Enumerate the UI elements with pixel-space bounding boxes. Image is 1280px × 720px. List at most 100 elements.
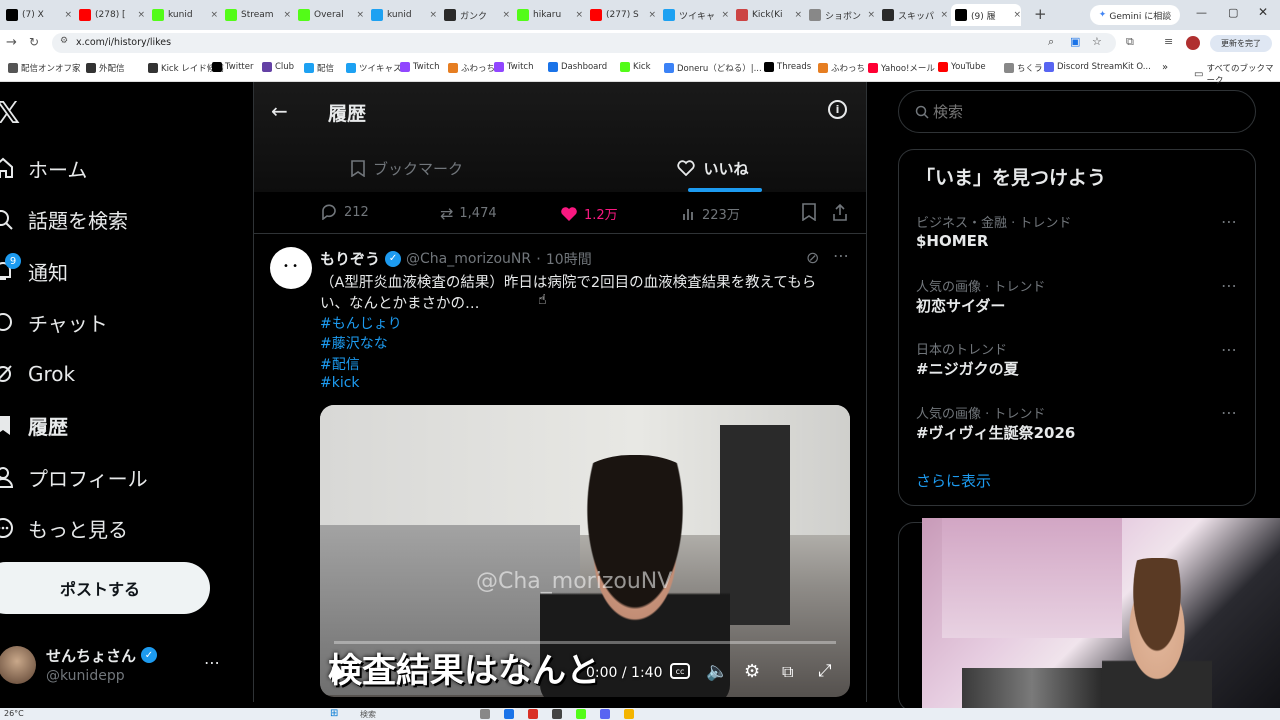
tweet-time[interactable]: 10時間 bbox=[546, 249, 592, 269]
nav-history[interactable]: 履歴 bbox=[0, 405, 68, 445]
browser-tab[interactable]: (278) [× bbox=[75, 4, 145, 26]
trend-more-icon[interactable]: ⋯ bbox=[1221, 340, 1238, 359]
browser-tab[interactable]: (277) S × bbox=[586, 4, 656, 26]
minimize-button[interactable]: — bbox=[1196, 6, 1207, 19]
tweet-video[interactable]: @Cha_morizouNV 検査結果はなんと ▶ 0:00 / 1:40 cc… bbox=[320, 405, 850, 697]
nav-more[interactable]: もっと見る bbox=[0, 508, 128, 548]
close-window-button[interactable]: ✕ bbox=[1258, 5, 1268, 19]
taskbar-app-icon[interactable] bbox=[504, 709, 514, 719]
bookmark-tweet-icon[interactable] bbox=[802, 203, 816, 221]
repost-button[interactable]: ⇄ 1,474 bbox=[440, 204, 497, 223]
browser-tab[interactable]: Stream × bbox=[221, 4, 291, 26]
browser-tab[interactable]: hikaru × bbox=[513, 4, 583, 26]
account-switcher[interactable]: せんちょさん ✓ @kunidepp ⋯ bbox=[0, 640, 235, 692]
hashtag-link[interactable]: #もんじょり bbox=[320, 313, 402, 333]
windows-start-icon[interactable]: ⊞ bbox=[330, 708, 338, 719]
bookmark-item[interactable]: ツイキャス bbox=[346, 62, 402, 74]
settings-icon[interactable]: ⚙ bbox=[744, 661, 760, 682]
video-progress-track[interactable] bbox=[334, 641, 836, 644]
tab-close-icon[interactable]: × bbox=[137, 10, 145, 20]
volume-icon[interactable]: 🔈 bbox=[706, 661, 728, 682]
like-button[interactable]: 1.2万 bbox=[560, 204, 618, 223]
extensions-icon[interactable]: ⧉ bbox=[1126, 35, 1134, 49]
nav-home[interactable]: ホーム bbox=[0, 148, 87, 188]
bookmark-item[interactable]: 配信 bbox=[304, 62, 334, 74]
browser-tab[interactable]: Kick(Ki × bbox=[732, 4, 802, 26]
tab-close-icon[interactable]: × bbox=[575, 10, 583, 20]
bookmark-item[interactable]: Twitch bbox=[494, 62, 534, 72]
maximize-button[interactable]: ▢ bbox=[1228, 6, 1238, 19]
trend-more-icon[interactable]: ⋯ bbox=[1221, 276, 1238, 295]
tab-close-icon[interactable]: × bbox=[502, 10, 510, 20]
nav-profile[interactable]: プロフィール bbox=[0, 457, 148, 497]
tab-close-icon[interactable]: × bbox=[867, 10, 875, 20]
tab-close-icon[interactable]: × bbox=[210, 10, 218, 20]
browser-tab[interactable]: Overal × bbox=[294, 4, 364, 26]
show-more-link[interactable]: さらに表示 bbox=[916, 470, 991, 491]
views-button[interactable]: 223万 bbox=[682, 204, 740, 223]
tab-close-icon[interactable]: × bbox=[1013, 10, 1021, 20]
trend-name[interactable]: #ニジガクの夏 bbox=[916, 358, 1019, 379]
fullscreen-icon[interactable]: ⤢ bbox=[818, 661, 832, 681]
back-arrow-icon[interactable]: ← bbox=[271, 99, 288, 123]
nav-explore[interactable]: 話題を検索 bbox=[0, 199, 128, 239]
bookmark-item[interactable]: ふわっち bbox=[818, 62, 865, 74]
x-logo[interactable]: 𝕏 bbox=[0, 96, 20, 131]
tweet-avatar[interactable]: • • bbox=[270, 247, 312, 289]
tab-close-icon[interactable]: × bbox=[721, 10, 729, 20]
bookmark-item[interactable]: Discord StreamKit O... bbox=[1044, 62, 1151, 72]
grok-tweet-icon[interactable]: ⊘ bbox=[806, 248, 819, 267]
hashtag-link[interactable]: #kick bbox=[320, 375, 360, 391]
update-button[interactable]: 更新を完了 bbox=[1210, 35, 1272, 52]
info-icon[interactable]: i bbox=[828, 100, 847, 119]
tweet-author-name[interactable]: もりぞう bbox=[320, 248, 380, 269]
bookmark-item[interactable]: Threads bbox=[764, 62, 811, 72]
taskbar-app-icon[interactable] bbox=[552, 709, 562, 719]
pip-icon[interactable]: ⧉ bbox=[782, 662, 793, 682]
gemini-button[interactable]: ✦ Gemini に相談 bbox=[1090, 5, 1180, 25]
tweet-more-icon[interactable]: ⋯ bbox=[833, 246, 849, 265]
bookmark-item[interactable]: Yahoo!メール bbox=[868, 62, 935, 74]
trend-name[interactable]: $HOMER bbox=[916, 232, 988, 250]
browser-tab[interactable]: ガンク × bbox=[440, 4, 510, 26]
nav-notifications[interactable]: 9 通知 bbox=[0, 251, 68, 291]
reply-button[interactable]: 212 bbox=[320, 204, 369, 220]
bookmarks-overflow-icon[interactable]: » bbox=[1162, 62, 1168, 73]
tab-likes[interactable]: いいね bbox=[560, 144, 866, 192]
trend-name[interactable]: 初恋サイダー bbox=[916, 295, 1005, 316]
tab-close-icon[interactable]: × bbox=[940, 10, 948, 20]
browser-tab[interactable]: (9) 履 × bbox=[951, 4, 1021, 26]
hashtag-link[interactable]: #藤沢なな bbox=[320, 333, 388, 353]
tab-close-icon[interactable]: × bbox=[283, 10, 291, 20]
bookmark-item[interactable]: YouTube bbox=[938, 62, 986, 72]
tab-close-icon[interactable]: × bbox=[794, 10, 802, 20]
taskbar-app-icon[interactable] bbox=[624, 709, 634, 719]
bookmark-item[interactable]: Club bbox=[262, 62, 294, 72]
profile-avatar[interactable] bbox=[1186, 36, 1200, 50]
reload-icon[interactable]: ↻ bbox=[29, 35, 39, 49]
search-input[interactable] bbox=[933, 101, 1233, 123]
tab-close-icon[interactable]: × bbox=[648, 10, 656, 20]
tweet-author-handle[interactable]: @Cha_morizouNR bbox=[406, 251, 531, 267]
bookmark-item[interactable]: ふわっち bbox=[448, 62, 495, 74]
url-field[interactable]: ⚙ x.com/i/history/likes ⌕ ▣ ☆ bbox=[52, 33, 1116, 53]
nav-chat[interactable]: チャット bbox=[0, 302, 108, 342]
forward-icon[interactable]: → bbox=[6, 35, 17, 50]
tab-bookmarks[interactable]: ブックマーク bbox=[254, 144, 560, 192]
bookmark-item[interactable]: Dashboard bbox=[548, 62, 607, 72]
bookmark-item[interactable]: Doneru（どねる）|... bbox=[664, 62, 762, 74]
trend-more-icon[interactable]: ⋯ bbox=[1221, 212, 1238, 231]
tab-close-icon[interactable]: × bbox=[356, 10, 364, 20]
bookmark-item[interactable]: Twitter bbox=[212, 62, 254, 72]
browser-tab[interactable]: (7) X × bbox=[2, 4, 72, 26]
translate-icon[interactable]: ▣ bbox=[1070, 35, 1080, 48]
tab-close-icon[interactable]: × bbox=[64, 10, 72, 20]
taskbar-app-icon[interactable] bbox=[576, 709, 586, 719]
taskbar-app-icon[interactable] bbox=[480, 709, 490, 719]
nav-grok[interactable]: Grok bbox=[0, 354, 75, 394]
new-tab-button[interactable]: + bbox=[1034, 5, 1047, 23]
bookmark-item[interactable]: Twitch bbox=[400, 62, 440, 72]
more-options-icon[interactable]: ⋯ bbox=[204, 653, 220, 672]
all-bookmarks[interactable]: ▭ すべてのブックマーク bbox=[1194, 62, 1280, 86]
tab-search-icon[interactable]: ≡ bbox=[1164, 35, 1173, 48]
